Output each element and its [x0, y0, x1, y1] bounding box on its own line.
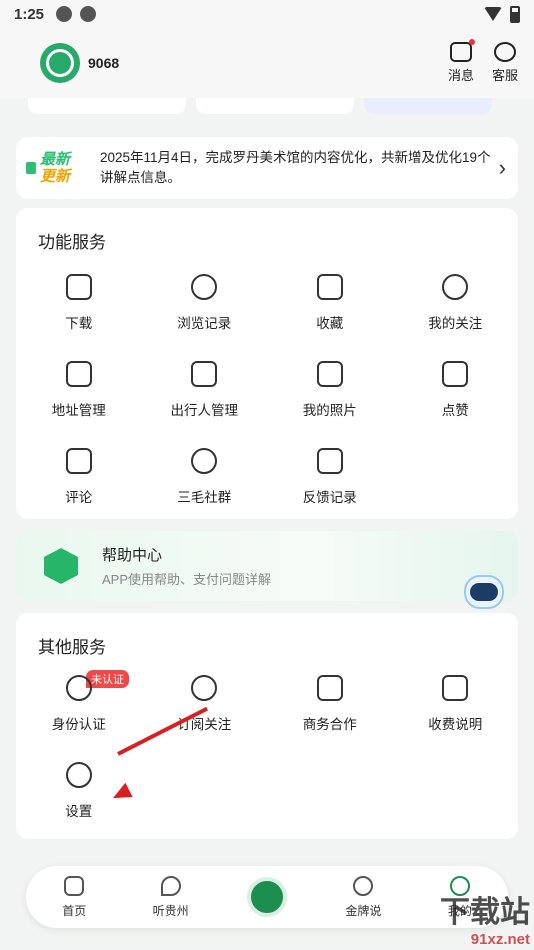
help-hand-icon — [44, 548, 78, 584]
service-label: 下载 — [65, 315, 93, 331]
watermark: 下载站 91xz.net — [440, 887, 530, 948]
service-download[interactable]: 下载 — [16, 259, 142, 346]
tab-play[interactable] — [219, 877, 315, 917]
section-title: 功能服务 — [38, 233, 106, 252]
service-label: 点赞 — [441, 402, 469, 418]
chevron-right-icon: › — [498, 155, 506, 180]
customer-service-label: 客服 — [491, 68, 518, 83]
star-bookmark-icon — [316, 273, 343, 300]
service-photos[interactable]: 我的照片 — [267, 346, 393, 433]
avatar[interactable] — [40, 43, 80, 83]
function-services-card: 功能服务 下载 浏览记录 收藏 我的关注 地址管理 出行人管理 我的照片 点赞 … — [16, 208, 518, 519]
service-comments[interactable]: 评论 — [16, 433, 142, 520]
tab-label: 听贵州 — [152, 903, 189, 918]
stat-card[interactable] — [28, 98, 186, 114]
tab-label: 首页 — [62, 903, 87, 918]
identity-icon — [65, 674, 92, 701]
service-community[interactable]: 三毛社群 — [142, 433, 268, 520]
service-history[interactable]: 浏览记录 — [142, 259, 268, 346]
wifi-icon — [484, 7, 502, 21]
service-label: 收费说明 — [428, 716, 483, 732]
message-icon — [449, 39, 475, 62]
help-title: 帮助中心 — [102, 547, 163, 564]
medal-icon — [353, 875, 374, 896]
stat-card[interactable] — [196, 98, 354, 114]
service-label: 评论 — [65, 489, 93, 505]
messages-label: 消息 — [447, 68, 474, 83]
service-business[interactable]: 商务合作 — [267, 660, 393, 747]
service-label: 订阅关注 — [177, 716, 232, 732]
feedback-icon — [316, 447, 343, 474]
fee-doc-icon — [442, 674, 469, 701]
service-label: 三毛社群 — [177, 489, 232, 505]
service-label: 我的关注 — [428, 315, 483, 331]
group-icon — [191, 447, 218, 474]
service-label: 商务合作 — [302, 716, 357, 732]
home-icon — [64, 875, 85, 896]
help-subtitle: APP使用帮助、支付问题详解 — [102, 572, 272, 587]
tag-line-1: 最新 — [40, 151, 71, 168]
history-icon — [191, 273, 218, 300]
service-likes[interactable]: 点赞 — [393, 346, 519, 433]
service-favorites[interactable]: 收藏 — [267, 259, 393, 346]
help-center-banner[interactable]: 帮助中心 APP使用帮助、支付问题详解 — [16, 531, 518, 601]
stat-card[interactable] — [364, 98, 492, 114]
service-identity[interactable]: 未认证身份认证 — [16, 660, 142, 747]
service-label: 出行人管理 — [170, 402, 239, 418]
customer-service-icon — [493, 42, 516, 62]
speaker-icon — [26, 162, 36, 174]
service-label: 设置 — [65, 803, 93, 819]
service-travelers[interactable]: 出行人管理 — [142, 346, 268, 433]
service-label: 浏览记录 — [177, 315, 232, 331]
download-icon — [65, 273, 92, 300]
watermark-url: 91xz.net — [470, 931, 530, 948]
profile-header: 9068 消息 客服 — [0, 28, 534, 98]
status-bar: 1:25 — [0, 0, 534, 28]
service-fee-info[interactable]: 收费说明 — [393, 660, 519, 747]
handshake-icon — [316, 674, 343, 701]
service-label: 地址管理 — [51, 402, 106, 418]
service-label: 收藏 — [316, 315, 344, 331]
headset-icon — [46, 49, 74, 77]
stats-cards-partial — [16, 98, 518, 120]
tab-gold-talk[interactable]: 金牌说 — [315, 875, 411, 919]
tab-label: 金牌说 — [345, 903, 382, 918]
service-label: 反馈记录 — [302, 489, 357, 505]
section-title: 其他服务 — [38, 638, 106, 657]
user-follow-icon — [442, 273, 469, 300]
service-feedback[interactable]: 反馈记录 — [267, 433, 393, 520]
unverified-badge: 未认证 — [86, 670, 129, 688]
bottom-tab-bar: 首页 听贵州 金牌说 我的 — [26, 866, 508, 928]
id-card-icon — [191, 360, 218, 387]
service-address[interactable]: 地址管理 — [16, 346, 142, 433]
notification-icon — [80, 6, 97, 22]
unread-dot — [468, 39, 475, 45]
send-icon — [65, 360, 92, 387]
tag-line-2: 更新 — [40, 168, 71, 185]
customer-service-button[interactable]: 客服 — [492, 42, 518, 84]
photo-icon — [316, 360, 343, 387]
watermark-site: 下载站 — [440, 896, 530, 929]
tab-home[interactable]: 首页 — [26, 875, 122, 919]
robot-icon — [464, 575, 504, 609]
thumb-up-icon — [442, 360, 469, 387]
service-label: 身份认证 — [51, 716, 106, 732]
username[interactable]: 9068 — [88, 55, 119, 71]
messages-button[interactable]: 消息 — [447, 39, 475, 84]
notice-text: 2025年11月4日，完成罗丹美术馆的内容优化，共新增及优化19个讲解点信息。 — [100, 150, 491, 185]
other-services-card: 其他服务 未认证身份认证 订阅关注 商务合作 收费说明 设置 — [16, 613, 518, 839]
play-center-icon — [247, 877, 288, 917]
service-label: 我的照片 — [302, 402, 357, 418]
update-notice[interactable]: 最新 更新 2025年11月4日，完成罗丹美术馆的内容优化，共新增及优化19个讲… — [16, 137, 518, 199]
comment-icon — [65, 447, 92, 474]
battery-icon — [510, 5, 520, 23]
status-time: 1:25 — [14, 5, 45, 23]
location-pin-icon — [160, 875, 181, 896]
tab-listen-guizhou[interactable]: 听贵州 — [122, 875, 218, 919]
latest-update-tag: 最新 更新 — [26, 151, 92, 185]
settings-icon — [65, 761, 92, 788]
subscribe-heart-icon — [191, 674, 218, 701]
service-following[interactable]: 我的关注 — [393, 259, 519, 346]
notification-icon — [56, 6, 73, 22]
